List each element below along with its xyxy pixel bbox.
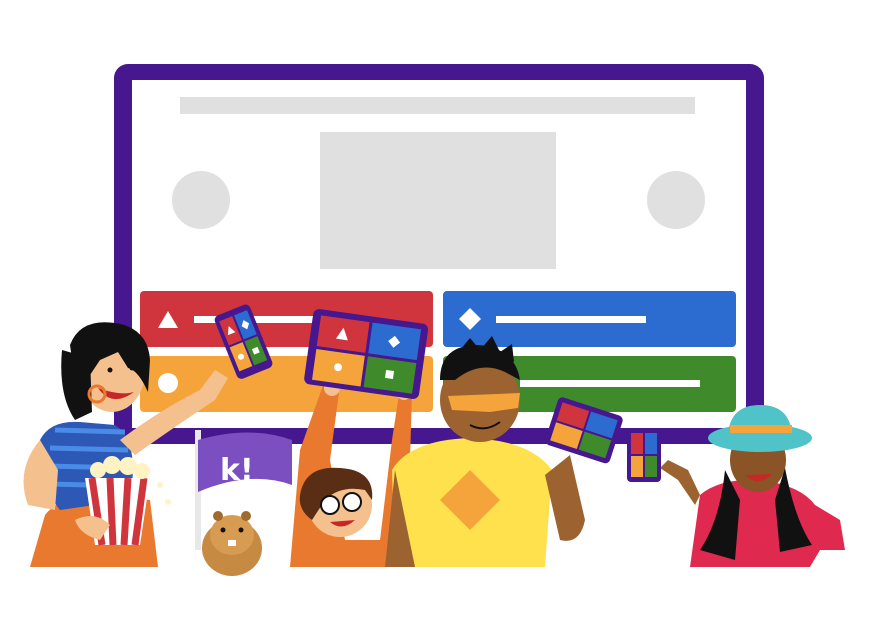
image-placeholder [320,132,556,269]
circle-icon [158,373,178,393]
answer-text-placeholder [496,316,646,323]
phone-small [627,428,661,482]
tablet-held [304,309,429,399]
question-bar-placeholder [180,97,695,114]
answer-text-placeholder [520,380,700,387]
answers-count-placeholder [647,171,705,229]
beaver-mascot [202,511,262,576]
flag-label: k! [220,453,254,488]
kahoot-illustration: k! [23,64,845,576]
timer-placeholder [172,171,230,229]
